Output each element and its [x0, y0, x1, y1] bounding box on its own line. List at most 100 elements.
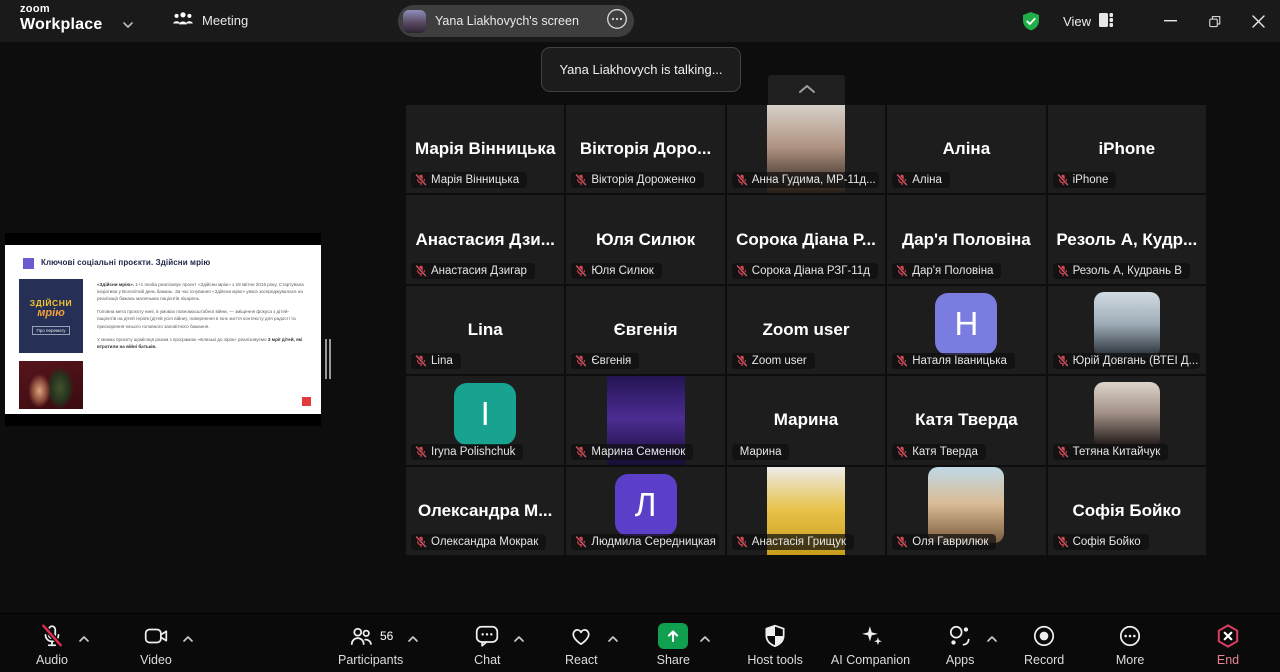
- meeting-people-icon: [172, 10, 194, 30]
- toolbar-ai-companion-button[interactable]: AI Companion: [831, 614, 910, 667]
- participant-name-label: Анастасія Грищук: [732, 534, 854, 550]
- caret-up-icon[interactable]: [407, 630, 419, 648]
- zdiysny-mriyu-logo: ЗДІЙСНИ мрію Про перемогу: [19, 279, 83, 353]
- participant-name-label: Софія Бойко: [1053, 534, 1149, 550]
- participant-tile[interactable]: iPhoneiPhone: [1048, 105, 1206, 193]
- avatar-photo: [928, 467, 1004, 543]
- participant-tile[interactable]: Zoom userZoom user: [727, 286, 885, 374]
- participant-tile[interactable]: Тетяна Китайчук: [1048, 376, 1206, 464]
- caret-up-icon[interactable]: [78, 630, 90, 648]
- toolbar-chat-label: Chat: [474, 653, 500, 667]
- participant-tile[interactable]: Олександра М...Олександра Мокрак: [406, 467, 564, 555]
- participant-label-text: Юрій Довгань (ВТЕІ Д...: [1073, 355, 1199, 367]
- mic-muted-icon: [1057, 174, 1069, 186]
- participant-tile[interactable]: IIryna Polishchuk: [406, 376, 564, 464]
- participant-tile[interactable]: Сорока Діана Р...Сорока Діана РЗГ-11д: [727, 195, 885, 283]
- participant-tile[interactable]: Софія БойкоСофія Бойко: [1048, 467, 1206, 555]
- toolbar-host-tools-button[interactable]: Host tools: [747, 614, 803, 667]
- slide-title-bullet: [23, 258, 34, 269]
- minimize-button[interactable]: [1148, 0, 1192, 42]
- toolbar-chat-button[interactable]: Chat: [465, 614, 509, 667]
- participant-tile[interactable]: Анастасія Грищук: [727, 467, 885, 555]
- participant-name-label: Оля Гаврилюк: [892, 534, 996, 550]
- mic-muted-icon: [896, 446, 908, 458]
- participant-tile[interactable]: Юрій Довгань (ВТЕІ Д...: [1048, 286, 1206, 374]
- toolbar-react-button[interactable]: React: [559, 614, 603, 667]
- toolbar-end-button[interactable]: End: [1206, 614, 1250, 667]
- share-options-ellipsis-icon[interactable]: [606, 8, 628, 35]
- toolbar-participants-button[interactable]: 56Participants: [338, 614, 403, 667]
- participant-name-label: Катя Тверда: [892, 444, 986, 460]
- tab-meeting[interactable]: Meeting: [172, 10, 248, 30]
- close-window-button[interactable]: [1236, 0, 1280, 42]
- participant-tile[interactable]: МаринаМарина: [727, 376, 885, 464]
- participant-name-label: Юрій Довгань (ВТЕІ Д...: [1053, 353, 1200, 369]
- participant-label-text: Оля Гаврилюк: [912, 536, 988, 548]
- participant-tile[interactable]: Вікторія Доро...Вікторія Дороженко: [566, 105, 724, 193]
- mic-muted-icon: [736, 174, 748, 186]
- toolbar-more-button[interactable]: More: [1108, 614, 1152, 667]
- caret-up-icon[interactable]: [182, 630, 194, 648]
- caret-up-icon[interactable]: [607, 630, 619, 648]
- participant-label-text: Zoom user: [752, 355, 807, 367]
- slide-title: Ключові соціальні проєкти. Здійсни мрію: [41, 258, 210, 267]
- participant-name-label: Олександра Мокрак: [411, 534, 546, 550]
- toolbar-apps-button[interactable]: Apps: [938, 614, 982, 667]
- participant-name-label: Євгенія: [571, 353, 639, 369]
- screen-share-banner[interactable]: Yana Liakhovych's screen: [398, 5, 634, 37]
- mic-muted-icon: [736, 355, 748, 367]
- participant-tile[interactable]: Марія ВінницькаМарія Вінницька: [406, 105, 564, 193]
- participant-tile[interactable]: ЛЛюдмила Середницкая: [566, 467, 724, 555]
- slide-photo: [19, 361, 83, 409]
- participant-name-label: Lina: [411, 353, 461, 369]
- talking-toast-text: Yana Liakhovych is talking...: [559, 62, 722, 77]
- participant-tile[interactable]: АлінаАліна: [887, 105, 1045, 193]
- caret-up-icon[interactable]: [699, 630, 711, 648]
- chevron-up-icon: [798, 81, 816, 99]
- slide-paragraph: Головна мета проєкту нині, в умовах повн…: [97, 308, 305, 329]
- participant-name-label: Марія Вінницька: [411, 172, 527, 188]
- participant-label-text: Lina: [431, 355, 453, 367]
- participant-tile[interactable]: ННаталя Іваницька: [887, 286, 1045, 374]
- view-button[interactable]: View: [1063, 12, 1114, 31]
- avatar-photo: [1094, 292, 1160, 358]
- toolbar-react-label: React: [565, 653, 598, 667]
- toolbar-video-button[interactable]: Video: [134, 614, 178, 667]
- participant-name-label: Zoom user: [732, 353, 815, 369]
- participant-tile[interactable]: Анастасия Дзи...Анастасия Дзигар: [406, 195, 564, 283]
- participant-label-text: Резоль А, Кудрань В: [1073, 265, 1182, 277]
- participant-tile[interactable]: Анна Гудима, МР-11д...: [727, 105, 885, 193]
- participant-tile[interactable]: Резоль А, Кудр...Резоль А, Кудрань В: [1048, 195, 1206, 283]
- thumbnail-resize-handle[interactable]: [325, 339, 331, 379]
- participant-name-label: Iryna Polishchuk: [411, 444, 523, 460]
- mic-muted-icon: [1057, 265, 1069, 277]
- screen-share-banner-label: Yana Liakhovych's screen: [435, 14, 597, 28]
- toolbar-share-button[interactable]: Share: [651, 614, 695, 667]
- zoom-workplace-logo: zoom Workplace: [20, 4, 102, 33]
- participant-tile[interactable]: Марина Семенюк: [566, 376, 724, 464]
- collapse-gallery-button[interactable]: [768, 75, 845, 105]
- shared-screen-thumbnail[interactable]: Ключові соціальні проєкти. Здійсни мрію …: [5, 233, 321, 426]
- security-shield-check-icon[interactable]: [1021, 11, 1041, 32]
- participant-tile[interactable]: Катя ТвердаКатя Тверда: [887, 376, 1045, 464]
- end-icon: [1215, 623, 1241, 649]
- participant-tile[interactable]: Юля СилюкЮля Силюк: [566, 195, 724, 283]
- maximize-restore-button[interactable]: [1192, 0, 1236, 42]
- toolbar-share-label: Share: [657, 653, 690, 667]
- toolbar-audio-button[interactable]: Audio: [30, 614, 74, 667]
- participant-label-text: Софія Бойко: [1073, 536, 1141, 548]
- caret-up-icon[interactable]: [986, 630, 998, 648]
- participant-tile[interactable]: Дар'я ПоловінаДар'я Половіна: [887, 195, 1045, 283]
- participant-label-text: Марія Вінницька: [431, 174, 519, 186]
- mic-muted-icon: [415, 355, 427, 367]
- participant-label-text: Анастасия Дзигар: [431, 265, 527, 277]
- participant-tile[interactable]: ЄвгеніяЄвгенія: [566, 286, 724, 374]
- mic-muted-icon: [415, 174, 427, 186]
- caret-up-icon[interactable]: [513, 630, 525, 648]
- toolbar-ai-companion-label: AI Companion: [831, 653, 910, 667]
- workspace-chevron-down-icon[interactable]: [122, 16, 134, 34]
- participant-tile[interactable]: Оля Гаврилюк: [887, 467, 1045, 555]
- toolbar-record-button[interactable]: Record: [1022, 614, 1066, 667]
- participant-tile[interactable]: LinaLina: [406, 286, 564, 374]
- mic-muted-icon: [415, 265, 427, 277]
